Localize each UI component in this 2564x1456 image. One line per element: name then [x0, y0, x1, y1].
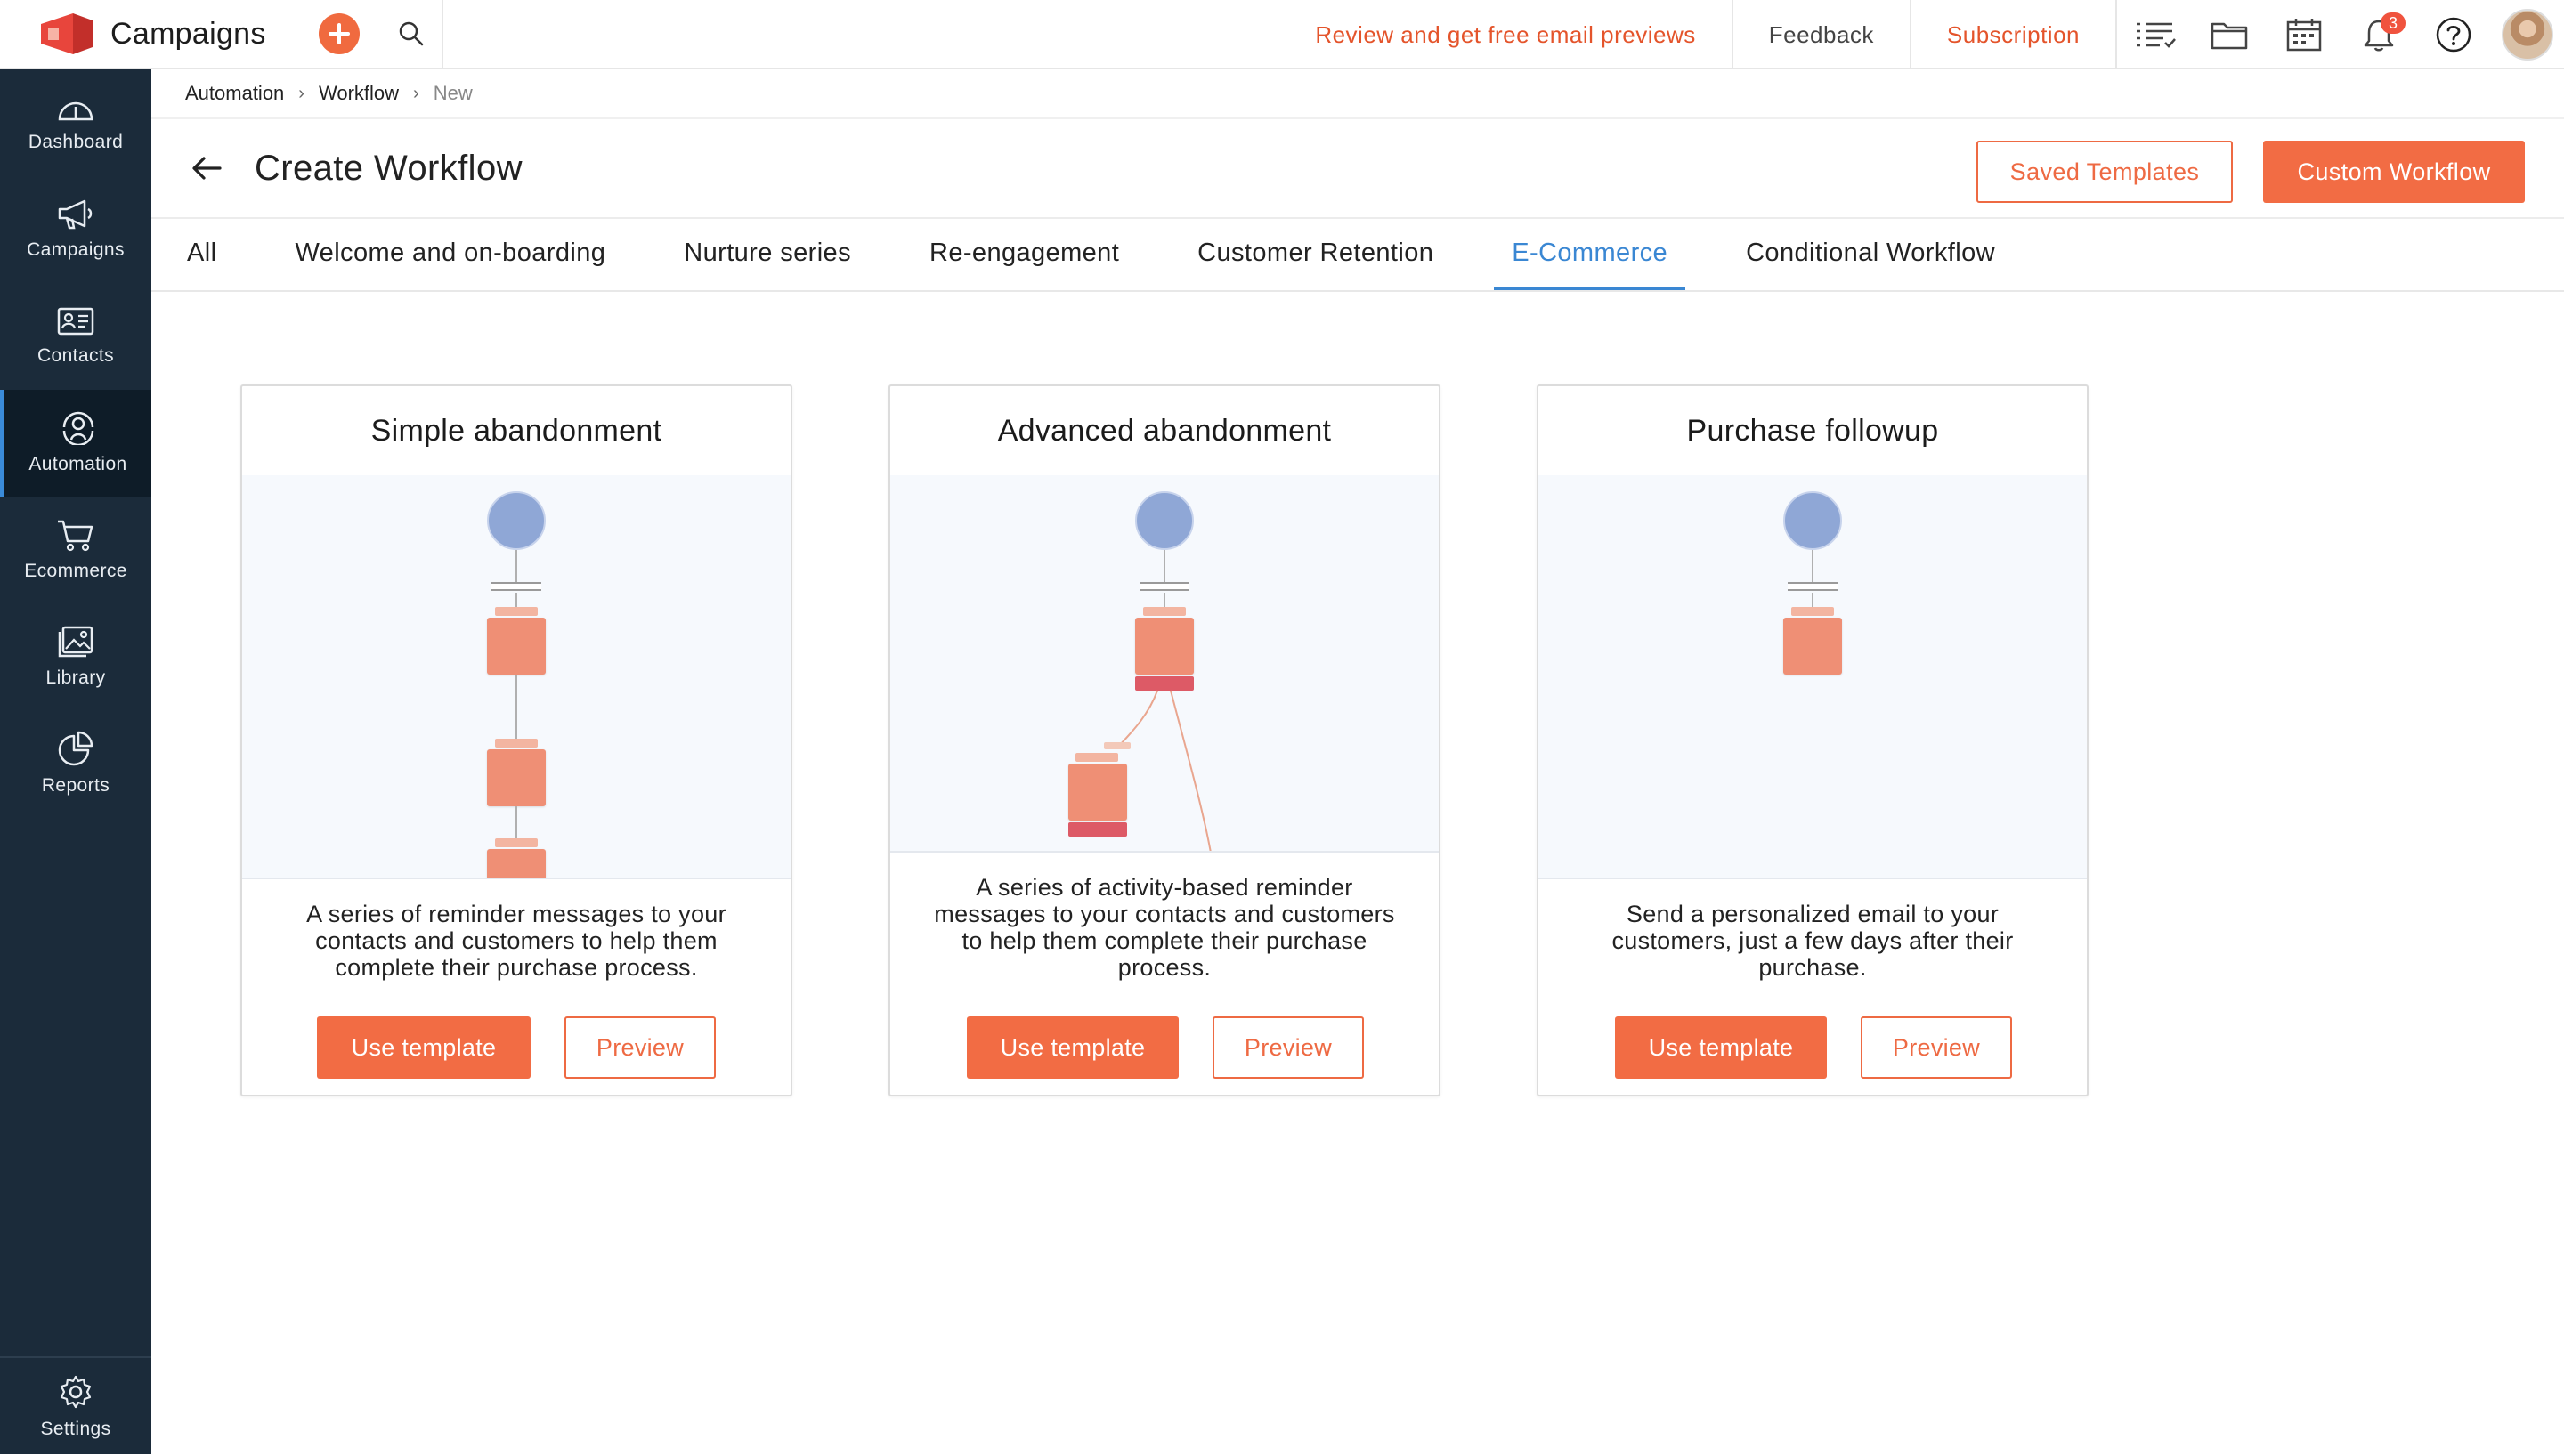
trigger-node — [1783, 491, 1842, 550]
help-icon — [2436, 17, 2471, 53]
plus-icon — [329, 23, 350, 44]
tab-nurture-series[interactable]: Nurture series — [666, 219, 869, 290]
review-previews-link[interactable]: Review and get free email previews — [1279, 0, 1733, 69]
page-title: Create Workflow — [255, 148, 523, 188]
sidebar-item-campaigns[interactable]: Campaigns — [0, 176, 151, 283]
email-node — [1068, 764, 1127, 821]
sidebar-settings-label: Settings — [40, 1419, 111, 1439]
megaphone-icon — [58, 199, 93, 230]
card-title: Simple abandonment — [370, 413, 662, 448]
sidebar-item-label: Library — [45, 667, 106, 688]
sidebar-item-label: Campaigns — [27, 239, 125, 260]
search-icon — [399, 21, 424, 46]
breadcrumb: Automation › Workflow › New — [151, 69, 2564, 119]
saved-templates-button[interactable]: Saved Templates — [1976, 141, 2233, 203]
tab-customer-retention[interactable]: Customer Retention — [1180, 219, 1451, 290]
template-card-purchase-followup[interactable]: Purchase followup Send a personalized em… — [1537, 384, 2089, 1096]
trigger-node — [487, 491, 546, 550]
email-node — [1783, 618, 1842, 675]
list-button[interactable] — [2117, 0, 2192, 69]
cart-icon — [58, 520, 93, 552]
tab-re-engagement[interactable]: Re-engagement — [912, 219, 1137, 290]
sidebar-item-automation[interactable]: Automation — [0, 390, 151, 497]
tab-conditional-workflow[interactable]: Conditional Workflow — [1728, 219, 2013, 290]
campaigns-logo-icon — [41, 13, 93, 54]
workflow-preview — [890, 475, 1439, 853]
list-icon — [2137, 22, 2176, 48]
template-card-advanced-abandonment[interactable]: Advanced abandonment A series of activit… — [888, 384, 1440, 1096]
sidebar-item-settings[interactable]: Settings — [0, 1358, 151, 1456]
create-new-button[interactable] — [319, 13, 360, 54]
sidebar-item-contacts[interactable]: Contacts — [0, 283, 151, 390]
folder-icon — [2211, 22, 2248, 50]
dashboard-icon — [58, 101, 93, 121]
card-title: Advanced abandonment — [997, 413, 1332, 448]
preview-button[interactable]: Preview — [1861, 1016, 2012, 1079]
sidebar-item-dashboard[interactable]: Dashboard — [0, 69, 151, 176]
use-template-button[interactable]: Use template — [967, 1016, 1179, 1079]
user-avatar[interactable] — [2502, 9, 2553, 61]
custom-workflow-button[interactable]: Custom Workflow — [2263, 141, 2525, 203]
image-icon — [58, 626, 93, 658]
workflow-connectors — [1116, 690, 1212, 851]
card-description: A series of activity-based reminder mess… — [934, 874, 1395, 981]
card-description: A series of reminder messages to your co… — [306, 901, 726, 981]
feedback-link[interactable]: Feedback — [1733, 0, 1911, 69]
sidebar-item-label: Ecommerce — [24, 561, 127, 581]
sidebar: Dashboard Campaigns Contacts Automation — [0, 69, 151, 1454]
calendar-button[interactable] — [2267, 0, 2341, 69]
breadcrumb-automation[interactable]: Automation — [185, 82, 284, 105]
notification-count-badge: 3 — [2381, 12, 2406, 34]
breadcrumb-current: New — [433, 82, 473, 104]
folder-button[interactable] — [2192, 0, 2267, 69]
help-button[interactable] — [2416, 0, 2491, 69]
workflow-preview — [242, 475, 791, 879]
gear-icon — [60, 1375, 92, 1409]
sidebar-item-ecommerce[interactable]: Ecommerce — [0, 497, 151, 603]
workflow-preview — [1538, 475, 2087, 879]
email-node — [487, 849, 546, 878]
contacts-icon — [57, 307, 94, 336]
subscription-link[interactable]: Subscription — [1911, 0, 2117, 69]
use-template-button[interactable]: Use template — [1615, 1016, 1827, 1079]
search-button[interactable] — [381, 0, 443, 69]
tab-welcome-onboarding[interactable]: Welcome and on-boarding — [277, 219, 623, 290]
preview-button[interactable]: Preview — [564, 1016, 716, 1079]
email-node — [487, 749, 546, 806]
page-header: Create Workflow Saved Templates Custom W… — [151, 119, 2564, 219]
template-category-tabs: All Welcome and on-boarding Nurture seri… — [151, 219, 2564, 292]
sidebar-item-label: Reports — [41, 775, 110, 796]
sidebar-item-reports[interactable]: Reports — [0, 710, 151, 817]
condition-node — [1068, 822, 1127, 837]
sidebar-item-label: Automation — [28, 454, 127, 474]
preview-button[interactable]: Preview — [1213, 1016, 1364, 1079]
brand[interactable]: Campaigns — [0, 0, 319, 69]
tab-all[interactable]: All — [169, 219, 234, 290]
chevron-right-icon: › — [298, 83, 304, 103]
tab-e-commerce[interactable]: E-Commerce — [1494, 219, 1686, 290]
sidebar-item-library[interactable]: Library — [0, 603, 151, 710]
use-template-button[interactable]: Use template — [317, 1016, 531, 1079]
back-arrow-icon[interactable] — [191, 155, 223, 182]
sidebar-item-label: Dashboard — [28, 132, 124, 152]
card-description: Send a personalized email to your custom… — [1611, 901, 2014, 981]
automation-icon — [62, 411, 93, 445]
chevron-right-icon: › — [413, 83, 419, 103]
email-node — [487, 618, 546, 675]
calendar-icon — [2286, 19, 2322, 52]
card-title: Purchase followup — [1686, 413, 1939, 448]
top-bar: Campaigns Review and get free email prev… — [0, 0, 2564, 69]
breadcrumb-workflow[interactable]: Workflow — [319, 82, 399, 105]
sidebar-item-label: Contacts — [37, 345, 115, 366]
app-name: Campaigns — [110, 16, 266, 51]
pie-chart-icon — [58, 731, 93, 766]
notifications-button[interactable]: 3 — [2341, 0, 2416, 69]
template-card-simple-abandonment[interactable]: Simple abandonment A series of reminder … — [240, 384, 792, 1096]
